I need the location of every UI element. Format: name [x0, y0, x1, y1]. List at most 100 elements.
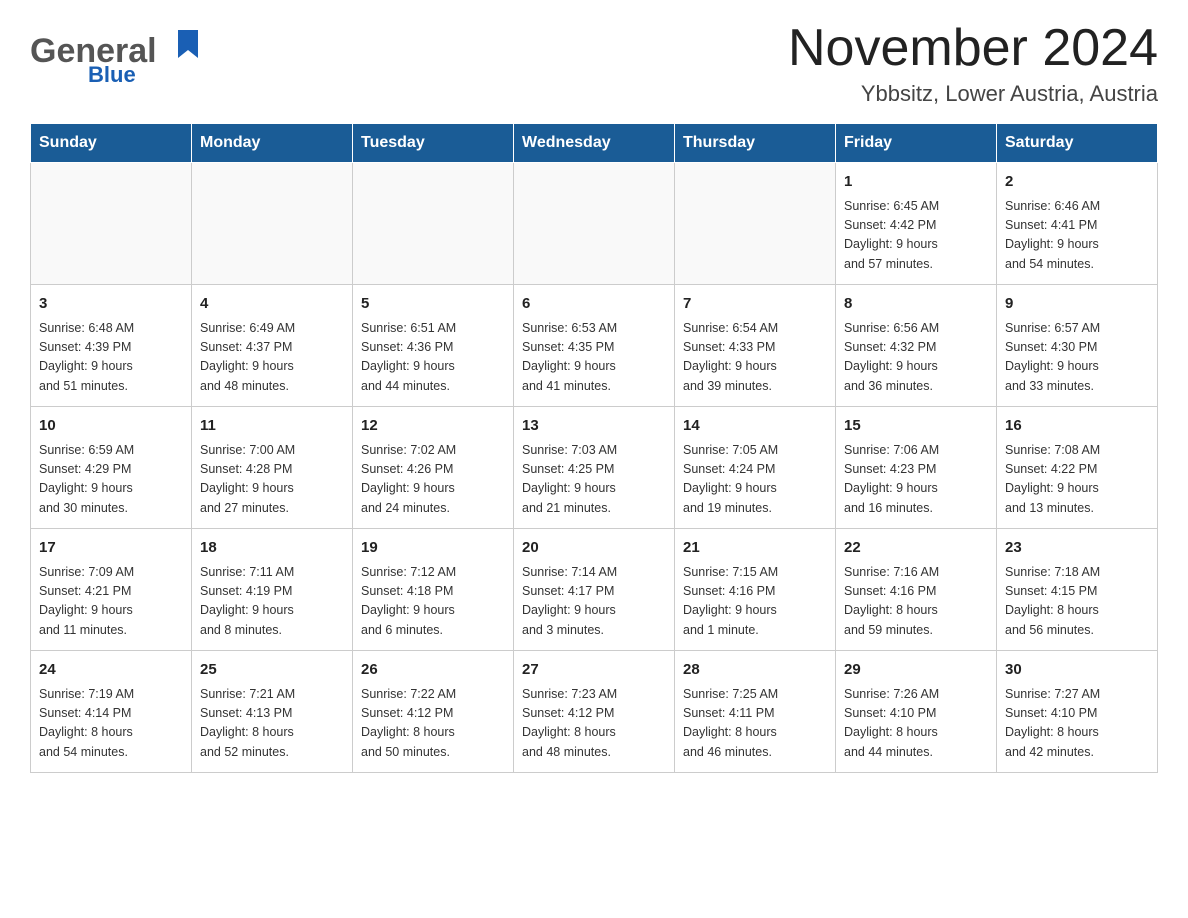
day-number: 15	[844, 415, 988, 438]
week-row-2: 3 Sunrise: 6:48 AM Sunset: 4:39 PM Daylig…	[31, 285, 1158, 407]
day-number: 8	[844, 293, 988, 316]
day-number: 28	[683, 659, 827, 682]
calendar-cell: 5 Sunrise: 6:51 AM Sunset: 4:36 PM Daylig…	[353, 285, 514, 407]
day-number: 16	[1005, 415, 1149, 438]
calendar-cell: 20 Sunrise: 7:14 AM Sunset: 4:17 PM Dayli…	[514, 529, 675, 651]
week-row-3: 10 Sunrise: 6:59 AM Sunset: 4:29 PM Dayli…	[31, 407, 1158, 529]
calendar-cell: 25 Sunrise: 7:21 AM Sunset: 4:13 PM Dayli…	[192, 651, 353, 773]
day-number: 5	[361, 293, 505, 316]
calendar-table: SundayMondayTuesdayWednesdayThursdayFrid…	[30, 123, 1158, 773]
day-info: Sunrise: 7:06 AM Sunset: 4:23 PM Dayligh…	[844, 441, 988, 519]
day-header-sunday: Sunday	[31, 124, 192, 163]
day-info: Sunrise: 7:23 AM Sunset: 4:12 PM Dayligh…	[522, 685, 666, 763]
calendar-cell: 9 Sunrise: 6:57 AM Sunset: 4:30 PM Daylig…	[997, 285, 1158, 407]
calendar-cell	[353, 163, 514, 285]
day-info: Sunrise: 7:15 AM Sunset: 4:16 PM Dayligh…	[683, 563, 827, 641]
day-number: 11	[200, 415, 344, 438]
day-info: Sunrise: 7:19 AM Sunset: 4:14 PM Dayligh…	[39, 685, 183, 763]
day-number: 7	[683, 293, 827, 316]
calendar-cell: 23Sunrise: 7:18 AM Sunset: 4:15 PM Dayli…	[997, 529, 1158, 651]
day-number: 21	[683, 537, 827, 560]
calendar-subtitle: Ybbsitz, Lower Austria, Austria	[788, 81, 1158, 107]
day-info: Sunrise: 6:57 AM Sunset: 4:30 PM Dayligh…	[1005, 319, 1149, 397]
day-info: Sunrise: 7:11 AM Sunset: 4:19 PM Dayligh…	[200, 563, 344, 641]
calendar-cell	[31, 163, 192, 285]
day-info: Sunrise: 7:14 AM Sunset: 4:17 PM Dayligh…	[522, 563, 666, 641]
day-number: 26	[361, 659, 505, 682]
calendar-cell: 10 Sunrise: 6:59 AM Sunset: 4:29 PM Dayli…	[31, 407, 192, 529]
day-number: 27	[522, 659, 666, 682]
calendar-header: SundayMondayTuesdayWednesdayThursdayFrid…	[31, 124, 1158, 163]
day-info: Sunrise: 6:49 AM Sunset: 4:37 PM Dayligh…	[200, 319, 344, 397]
day-info: Sunrise: 6:45 AM Sunset: 4:42 PM Dayligh…	[844, 197, 988, 275]
calendar-cell: 4 Sunrise: 6:49 AM Sunset: 4:37 PM Daylig…	[192, 285, 353, 407]
day-number: 14	[683, 415, 827, 438]
title-area: November 2024 Ybbsitz, Lower Austria, Au…	[788, 20, 1158, 107]
day-number: 22	[844, 537, 988, 560]
calendar-cell: 17Sunrise: 7:09 AM Sunset: 4:21 PM Dayli…	[31, 529, 192, 651]
calendar-cell: 18 Sunrise: 7:11 AM Sunset: 4:19 PM Dayli…	[192, 529, 353, 651]
day-number: 13	[522, 415, 666, 438]
logo: General Blue	[30, 20, 215, 90]
calendar-cell	[675, 163, 836, 285]
day-info: Sunrise: 6:54 AM Sunset: 4:33 PM Dayligh…	[683, 319, 827, 397]
day-number: 29	[844, 659, 988, 682]
day-number: 3	[39, 293, 183, 316]
calendar-cell: 24 Sunrise: 7:19 AM Sunset: 4:14 PM Dayli…	[31, 651, 192, 773]
calendar-cell: 1 Sunrise: 6:45 AM Sunset: 4:42 PM Daylig…	[836, 163, 997, 285]
day-info: Sunrise: 6:59 AM Sunset: 4:29 PM Dayligh…	[39, 441, 183, 519]
day-number: 4	[200, 293, 344, 316]
day-header-thursday: Thursday	[675, 124, 836, 163]
day-info: Sunrise: 7:21 AM Sunset: 4:13 PM Dayligh…	[200, 685, 344, 763]
day-number: 1	[844, 171, 988, 194]
week-row-5: 24 Sunrise: 7:19 AM Sunset: 4:14 PM Dayli…	[31, 651, 1158, 773]
day-info: Sunrise: 6:53 AM Sunset: 4:35 PM Dayligh…	[522, 319, 666, 397]
day-info: Sunrise: 7:27 AM Sunset: 4:10 PM Dayligh…	[1005, 685, 1149, 763]
day-info: Sunrise: 7:26 AM Sunset: 4:10 PM Dayligh…	[844, 685, 988, 763]
calendar-cell	[514, 163, 675, 285]
calendar-cell: 22Sunrise: 7:16 AM Sunset: 4:16 PM Dayli…	[836, 529, 997, 651]
day-number: 20	[522, 537, 666, 560]
day-info: Sunrise: 7:08 AM Sunset: 4:22 PM Dayligh…	[1005, 441, 1149, 519]
day-header-friday: Friday	[836, 124, 997, 163]
day-info: Sunrise: 6:48 AM Sunset: 4:39 PM Dayligh…	[39, 319, 183, 397]
day-number: 25	[200, 659, 344, 682]
calendar-cell: 28Sunrise: 7:25 AM Sunset: 4:11 PM Dayli…	[675, 651, 836, 773]
day-number: 2	[1005, 171, 1149, 194]
day-info: Sunrise: 7:12 AM Sunset: 4:18 PM Dayligh…	[361, 563, 505, 641]
calendar-body: 1 Sunrise: 6:45 AM Sunset: 4:42 PM Daylig…	[31, 163, 1158, 773]
day-header-tuesday: Tuesday	[353, 124, 514, 163]
day-number: 30	[1005, 659, 1149, 682]
calendar-cell: 8 Sunrise: 6:56 AM Sunset: 4:32 PM Daylig…	[836, 285, 997, 407]
week-row-4: 17Sunrise: 7:09 AM Sunset: 4:21 PM Dayli…	[31, 529, 1158, 651]
day-info: Sunrise: 7:00 AM Sunset: 4:28 PM Dayligh…	[200, 441, 344, 519]
calendar-cell: 14Sunrise: 7:05 AM Sunset: 4:24 PM Dayli…	[675, 407, 836, 529]
day-number: 18	[200, 537, 344, 560]
calendar-cell: 12Sunrise: 7:02 AM Sunset: 4:26 PM Dayli…	[353, 407, 514, 529]
day-info: Sunrise: 6:51 AM Sunset: 4:36 PM Dayligh…	[361, 319, 505, 397]
week-row-1: 1 Sunrise: 6:45 AM Sunset: 4:42 PM Daylig…	[31, 163, 1158, 285]
calendar-cell: 6 Sunrise: 6:53 AM Sunset: 4:35 PM Daylig…	[514, 285, 675, 407]
day-header-monday: Monday	[192, 124, 353, 163]
day-number: 24	[39, 659, 183, 682]
day-info: Sunrise: 6:56 AM Sunset: 4:32 PM Dayligh…	[844, 319, 988, 397]
day-number: 9	[1005, 293, 1149, 316]
calendar-cell: 19Sunrise: 7:12 AM Sunset: 4:18 PM Dayli…	[353, 529, 514, 651]
calendar-cell: 15 Sunrise: 7:06 AM Sunset: 4:23 PM Dayli…	[836, 407, 997, 529]
calendar-cell: 30 Sunrise: 7:27 AM Sunset: 4:10 PM Dayli…	[997, 651, 1158, 773]
day-number: 10	[39, 415, 183, 438]
day-header-wednesday: Wednesday	[514, 124, 675, 163]
day-info: Sunrise: 7:03 AM Sunset: 4:25 PM Dayligh…	[522, 441, 666, 519]
calendar-cell: 3 Sunrise: 6:48 AM Sunset: 4:39 PM Daylig…	[31, 285, 192, 407]
calendar-title: November 2024	[788, 20, 1158, 77]
day-number: 6	[522, 293, 666, 316]
day-header-saturday: Saturday	[997, 124, 1158, 163]
day-info: Sunrise: 6:46 AM Sunset: 4:41 PM Dayligh…	[1005, 197, 1149, 275]
calendar-cell: 13 Sunrise: 7:03 AM Sunset: 4:25 PM Dayli…	[514, 407, 675, 529]
calendar-cell: 2 Sunrise: 6:46 AM Sunset: 4:41 PM Daylig…	[997, 163, 1158, 285]
day-info: Sunrise: 7:18 AM Sunset: 4:15 PM Dayligh…	[1005, 563, 1149, 641]
day-info: Sunrise: 7:22 AM Sunset: 4:12 PM Dayligh…	[361, 685, 505, 763]
days-of-week-row: SundayMondayTuesdayWednesdayThursdayFrid…	[31, 124, 1158, 163]
svg-text:Blue: Blue	[88, 62, 136, 87]
calendar-cell: 27 Sunrise: 7:23 AM Sunset: 4:12 PM Dayli…	[514, 651, 675, 773]
